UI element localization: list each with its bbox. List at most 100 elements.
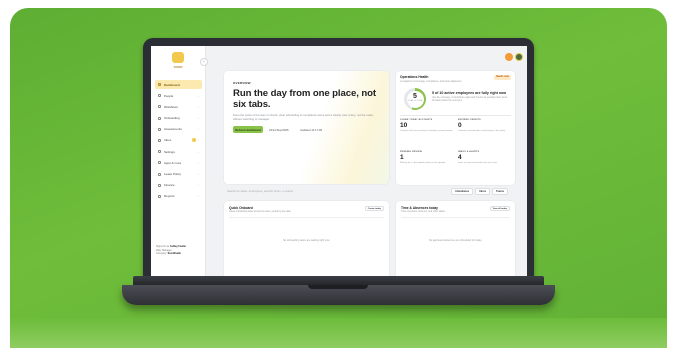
stat-label: INBOX & ALERTS [458, 151, 480, 153]
filter-teams-button[interactable]: Teams [492, 188, 509, 195]
stat-label: CLEAR TODAY ACCOUNTS [400, 119, 433, 121]
people-icon [158, 94, 161, 98]
logo-icon [172, 52, 184, 63]
assessments-icon [158, 127, 161, 131]
reports-icon [158, 194, 161, 198]
collapse-sidebar-button[interactable]: ‹ [200, 58, 208, 66]
filter-group: Attendance Inbox Teams [451, 188, 509, 195]
empty-state-text: No onboarding tasks are waiting right no… [282, 239, 331, 242]
stat-value: 0 [458, 122, 462, 129]
sidebar-item-label: Dashboard [164, 82, 180, 87]
sidebar: SOON ‹ Dashboard People › Workflows › On… [151, 46, 208, 276]
background-card-bottom [10, 318, 667, 348]
sidebar-item-label: Apps & more [164, 160, 182, 165]
chevron-right-icon: › [198, 172, 199, 176]
stat-expired-credits: EXPIRED CREDITS 0 Contracts marked with … [458, 119, 512, 133]
sidebar-item-finance[interactable]: Finance › [155, 181, 202, 190]
ring-label: CLEAR OF TOTAL [407, 100, 423, 102]
card-subtitle: Time overviews, clock-ins, and other sta… [401, 210, 446, 213]
status-badge: Needs care [494, 75, 511, 80]
hero-date: 24/11/Sep/2025 [269, 127, 289, 132]
card-title: Quick Onboard [229, 206, 253, 210]
panel-title: Operations Health [400, 75, 429, 79]
create-today-button[interactable]: Create today [364, 206, 384, 211]
company-label: Company: [156, 252, 167, 256]
sidebar-item-label: People [164, 93, 174, 98]
stat-value: 10 [400, 122, 408, 129]
chevron-right-icon: › [198, 194, 199, 199]
time-absences-card: Time & Absences today Time overviews, cl… [396, 201, 515, 276]
sidebar-item-label: Assessments [164, 127, 182, 132]
chevron-right-icon: › [198, 127, 199, 132]
sidebar-item-dashboard[interactable]: Dashboard [155, 80, 202, 89]
divider [400, 115, 511, 116]
sidebar-item-assessments[interactable]: Assessments › [155, 125, 202, 134]
notification-badge [192, 138, 196, 143]
chevron-right-icon: › [198, 149, 199, 154]
stat-value: 1 [400, 154, 404, 161]
card-subtitle: Latest onboarding tasks across the team,… [229, 210, 292, 213]
divider [229, 217, 384, 218]
sidebar-item-leave-policy[interactable]: Leave Policy › [155, 170, 202, 179]
leave-icon [158, 172, 161, 176]
sidebar-item-settings[interactable]: Settings › [155, 147, 202, 156]
settings-icon [158, 150, 161, 154]
sidebar-item-inbox[interactable]: Inbox › [155, 136, 202, 145]
operations-health-panel: Operations Health A snapshot of coverage… [396, 71, 515, 185]
filter-attendance-button[interactable]: Attendance [451, 188, 474, 195]
stat-description: Contracts marked with a hard expiry in t… [458, 129, 506, 132]
progress-ring-inner: 5 CLEAR OF TOTAL [406, 90, 424, 108]
sidebar-footer: Signed in as Ashley Fowler Role: Manager… [156, 245, 202, 256]
empty-state-text: No approved absences are scheduled for t… [428, 239, 483, 242]
sidebar-item-label: Finance [164, 183, 175, 188]
header-actions [505, 53, 523, 61]
chevron-right-icon: › [198, 116, 199, 121]
sidebar-item-apps[interactable]: Apps & more › [155, 158, 202, 167]
panel-headline: 5 of 10 active employees are fully right… [432, 91, 507, 95]
user-name: Ashley Fowler [169, 245, 187, 248]
stat-label: PENDING REVIEW [400, 151, 423, 153]
laptop-notch [308, 285, 368, 289]
quick-onboard-card: Quick Onboard Latest onboarding tasks ac… [224, 201, 389, 276]
card-title: Time & Absences today [401, 206, 439, 210]
finance-icon [158, 183, 161, 187]
logo-text: SOON [173, 65, 183, 69]
stat-clear-today: CLEAR TODAY ACCOUNTS 10 Contracts that a… [400, 119, 454, 133]
footer-label: Signed in as [156, 245, 170, 248]
stat-description: Contracts that are missing or needing a … [400, 129, 454, 132]
sidebar-item-onboarding[interactable]: Onboarding › [155, 114, 202, 123]
sidebar-item-workflows[interactable]: Workflows › [155, 102, 202, 111]
sidebar-item-label: Leave Policy [164, 172, 182, 176]
avatar[interactable] [515, 53, 523, 61]
dashboard-icon [158, 83, 161, 86]
notification-icon[interactable] [505, 53, 513, 61]
stat-description: Items to respond to before the next sync… [458, 161, 498, 164]
apps-icon [158, 161, 161, 165]
sidebar-item-label: Settings [164, 149, 175, 154]
workflows-icon [158, 105, 161, 109]
chevron-right-icon: › [198, 160, 199, 165]
refresh-dashboard-button[interactable]: Refresh dashboard [233, 126, 263, 133]
ring-value: 5 [413, 93, 417, 100]
company-name: SoonStudio [167, 252, 181, 256]
sidebar-item-reports[interactable]: Reports › [155, 192, 202, 201]
search-input[interactable]: Search for tasks, employees, specific it… [224, 188, 419, 195]
hero-card: OVERVIEW Run the day from one place, not… [224, 71, 389, 184]
chevron-right-icon: › [198, 93, 199, 98]
filter-inbox-button[interactable]: Inbox [475, 188, 491, 195]
panel-description: Use the coverage, 4 compliance gaps and … [432, 97, 508, 103]
sidebar-item-label: Workflows [164, 104, 178, 109]
view-all-button[interactable]: View all today [489, 206, 510, 211]
sidebar-item-people[interactable]: People › [155, 91, 202, 100]
sidebar-item-label: Inbox [164, 138, 172, 143]
laptop-screen: SOON ‹ Dashboard People › Workflows › On… [151, 46, 527, 276]
divider [401, 217, 510, 218]
panel-subtitle: A snapshot of coverage, compliance, and … [400, 79, 463, 83]
sidebar-item-label: Reports [164, 194, 175, 199]
stat-label: EXPIRED CREDITS [458, 119, 481, 121]
chevron-right-icon: › [198, 104, 199, 109]
stat-description: Waiting for a clear update today in this… [400, 161, 446, 164]
chevron-right-icon: › [198, 138, 199, 143]
stat-inbox-alerts: INBOX & ALERTS 4 Items to respond to bef… [458, 151, 512, 165]
sidebar-item-label: Onboarding [164, 116, 180, 121]
